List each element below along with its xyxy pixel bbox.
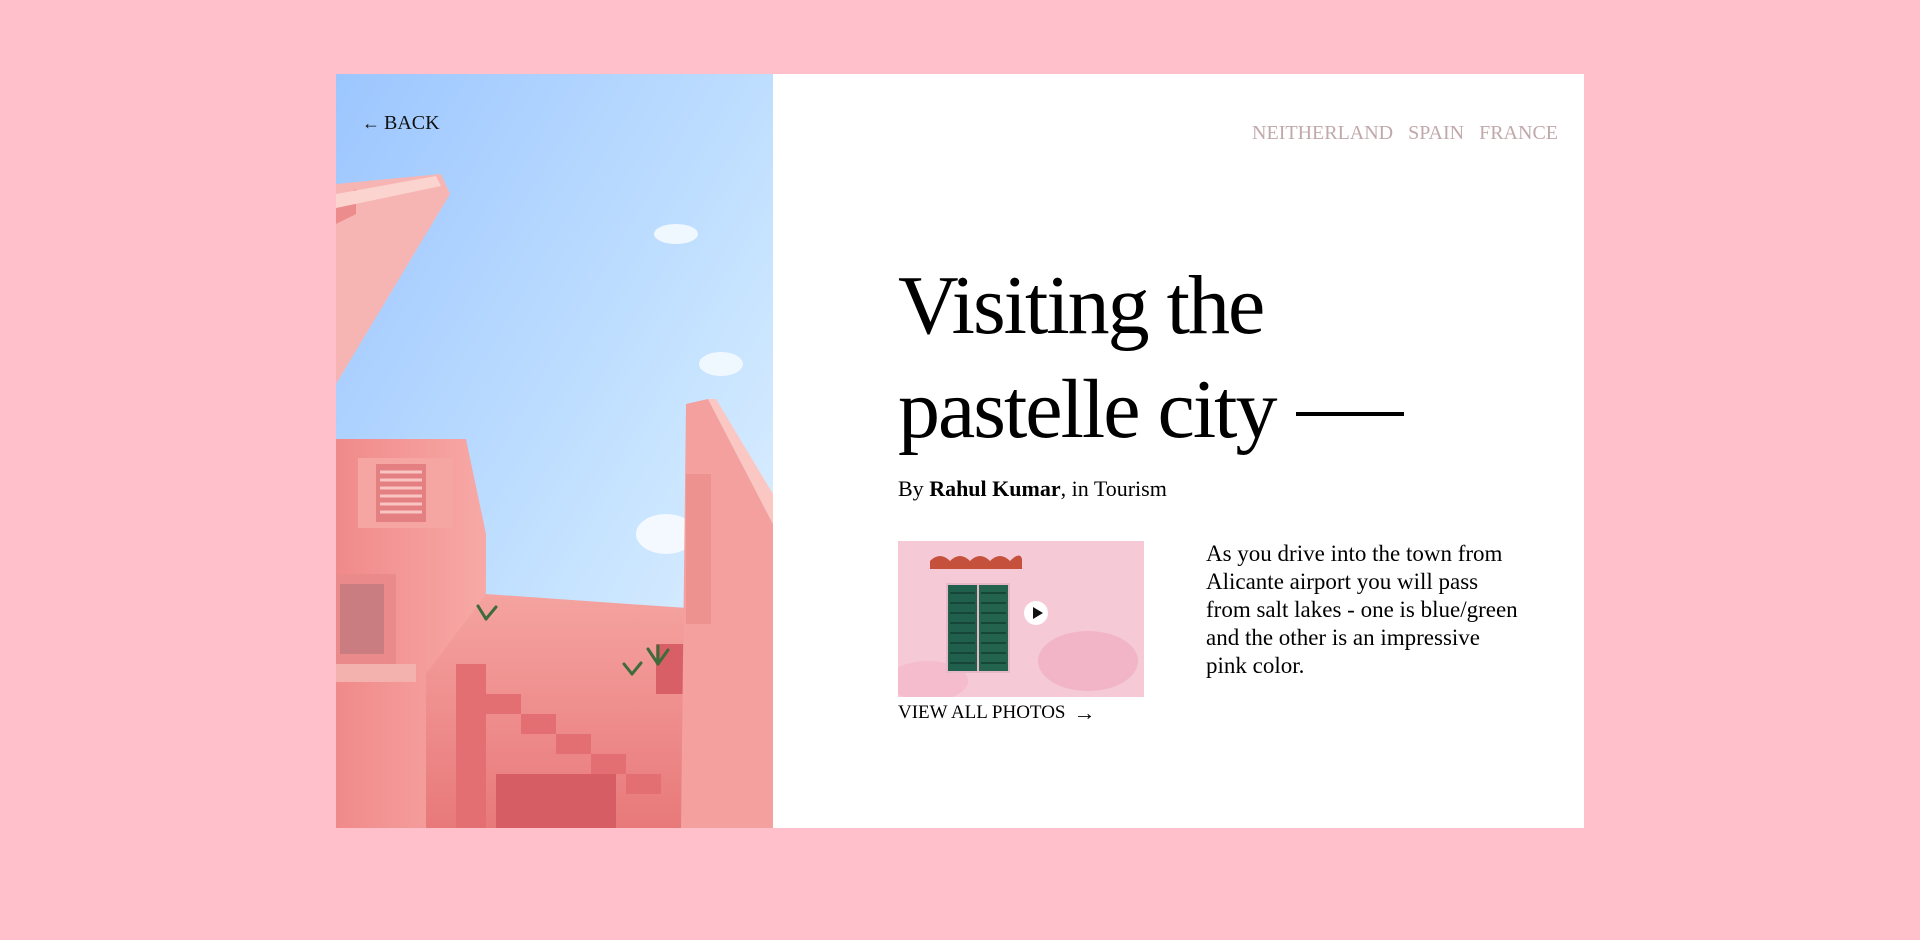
title-dash <box>1295 411 1404 416</box>
article-description: As you drive into the town from Alicante… <box>1206 541 1518 678</box>
byline-suffix: , in Tourism <box>1060 476 1167 501</box>
nav-item-spain[interactable]: SPAIN <box>1408 122 1464 145</box>
arrow-right-icon: → <box>1073 700 1096 725</box>
nav-item-france[interactable]: FRANCE <box>1479 122 1558 145</box>
hero-image <box>336 74 773 828</box>
title-line-1: Visiting the <box>898 259 1265 352</box>
view-all-label: VIEW ALL PHOTOS <box>898 702 1066 723</box>
view-all-photos-link[interactable]: VIEW ALL PHOTOS → <box>898 702 1095 724</box>
play-icon[interactable] <box>1024 601 1048 625</box>
photo-thumbnail[interactable] <box>898 541 1144 697</box>
author-name: Rahul Kumar <box>929 476 1061 501</box>
byline-prefix: By <box>898 476 924 501</box>
back-button[interactable]: ← BACK <box>362 112 440 135</box>
title-line-2: pastelle city <box>898 363 1278 456</box>
article-title: Visiting the pastelle city <box>898 254 1404 462</box>
country-nav: NEITHERLAND SPAIN FRANCE <box>1252 122 1558 145</box>
nav-item-neitherland[interactable]: NEITHERLAND <box>1252 122 1393 145</box>
byline: By Rahul Kumar, in Tourism <box>898 476 1167 502</box>
arrow-left-icon: ← <box>362 113 380 133</box>
article-card: ← BACK NEITHERLAND SPAIN FRANCE Visiting… <box>336 74 1584 828</box>
back-label: BACK <box>384 112 440 134</box>
